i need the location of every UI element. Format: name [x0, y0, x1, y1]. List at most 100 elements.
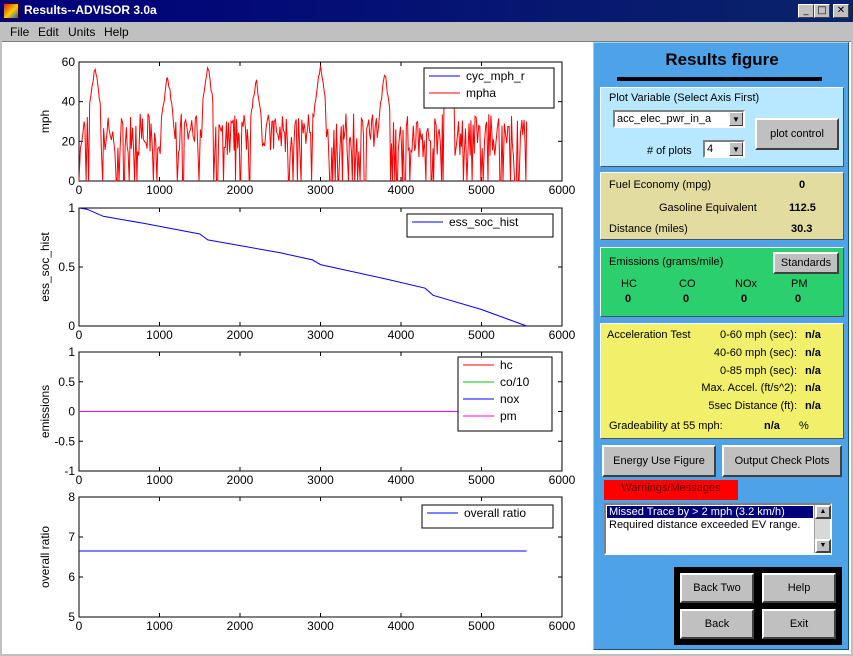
gradeability-value: n/a [764, 420, 780, 432]
distance-label: Distance (miles) [609, 223, 688, 235]
num-plots-select[interactable]: 4 ▼ [703, 140, 745, 158]
x-tick-label: 4000 [388, 619, 415, 633]
warning-item[interactable]: Required distance exceeded EV range. [607, 519, 800, 531]
legend-label: mpha [466, 86, 496, 100]
nav-button-frame: Back Two Help Back Exit [674, 567, 842, 645]
scroll-up-icon[interactable]: ▲ [815, 505, 831, 519]
y-tick-label: 1 [68, 345, 75, 359]
plot-4: 0 1000 2000 3000 4000 5000 6000 5 6 7 8 overall rat… [38, 490, 576, 633]
accel-0-85-value: n/a [805, 365, 821, 377]
warnings-title: Warnings/Messages [604, 480, 738, 500]
back-two-button[interactable]: Back Two [680, 573, 754, 603]
y-tick-label: 0.5 [58, 375, 75, 389]
x-tick-label: 5000 [468, 183, 495, 197]
warnings-list[interactable]: Missed Trace by > 2 mph (3.2 km/h) Requi… [604, 503, 832, 555]
x-tick-label: 3000 [307, 183, 334, 197]
x-tick-label: 2000 [227, 183, 254, 197]
legend-label: pm [500, 409, 517, 423]
maximize-button[interactable]: □ [814, 4, 830, 18]
output-check-plots-button[interactable]: Output Check Plots [722, 445, 842, 477]
max-accel-label: Max. Accel. (ft/s^2): [701, 382, 797, 394]
scrollbar[interactable]: ▲ ▼ [814, 505, 831, 553]
accel-0-60-label: 0-60 mph (sec): [719, 329, 797, 341]
y-tick-label: 0.5 [58, 260, 75, 274]
distance-value: 30.3 [791, 223, 813, 235]
max-accel-value: n/a [805, 382, 821, 394]
y-tick-label: -0.5 [54, 434, 75, 448]
close-button[interactable]: ✕ [833, 4, 849, 18]
pm-label: PM [791, 278, 808, 290]
x-tick-label: 5000 [468, 328, 495, 342]
x-tick-label: 1000 [146, 328, 173, 342]
acceleration-box: Acceleration Test 0-60 mph (sec): n/a 40… [600, 323, 844, 439]
x-tick-label: 0 [76, 328, 83, 342]
x-tick-label: 3000 [307, 328, 334, 342]
panel-title: Results figure [665, 50, 779, 69]
nox-label: NOx [735, 278, 757, 290]
accel-0-85-label: 0-85 mph (sec): [719, 365, 797, 377]
x-tick-label: 6000 [549, 328, 576, 342]
accel-0-60-value: n/a [805, 329, 821, 341]
num-plots-value: 4 [707, 143, 714, 155]
x-tick-label: 1000 [146, 473, 173, 487]
x-tick-label: 1000 [146, 183, 173, 197]
five-sec-distance-value: n/a [805, 400, 821, 412]
plot-1: 0 1000 2000 3000 4000 5000 6000 0 20 40 60 mph cyc_m… [38, 55, 576, 197]
x-tick-label: 6000 [549, 473, 576, 487]
x-tick-label: 1000 [146, 619, 173, 633]
nox-value: 0 [741, 293, 748, 305]
x-tick-label: 0 [76, 473, 83, 487]
plot-3: 0 1000 2000 3000 4000 5000 6000 -1 -0.5 0 0.5 1 emis… [38, 345, 576, 487]
energy-use-figure-button[interactable]: Energy Use Figure [602, 445, 716, 477]
scroll-down-icon[interactable]: ▼ [815, 539, 831, 553]
plot-control-button[interactable]: plot control [755, 118, 839, 150]
standards-button[interactable]: Standards [773, 252, 839, 274]
title-rule [617, 77, 822, 81]
plot-variable-value: acc_elec_pwr_in_a [617, 113, 712, 125]
hc-label: HC [621, 278, 637, 290]
back-button[interactable]: Back [680, 609, 754, 639]
pm-value: 0 [795, 293, 802, 305]
gradeability-unit: % [799, 420, 809, 432]
chevron-down-icon[interactable]: ▼ [729, 142, 743, 156]
legend-label: hc [500, 358, 513, 372]
x-tick-label: 6000 [549, 619, 576, 633]
y-tick-label: 7 [68, 530, 75, 544]
y-tick-label: 0 [68, 405, 75, 419]
x-tick-label: 5000 [468, 473, 495, 487]
help-button[interactable]: Help [762, 573, 836, 603]
plot-variable-select[interactable]: acc_elec_pwr_in_a ▼ [613, 110, 745, 128]
y-tick-label: 6 [68, 570, 75, 584]
x-tick-label: 3000 [307, 473, 334, 487]
minimize-button[interactable]: _ [798, 4, 814, 18]
x-tick-label: 4000 [388, 328, 415, 342]
emissions-box: Emissions (grams/mile) Standards HC 0 CO… [600, 247, 844, 317]
plot-variable-box: Plot Variable (Select Axis First) acc_el… [600, 87, 844, 167]
accel-40-60-value: n/a [805, 347, 821, 359]
results-plots: 0 1000 2000 3000 4000 5000 60000204060mphcyc_m… [38, 55, 576, 633]
y-tick-label: 0 [68, 174, 75, 188]
co-label: CO [679, 278, 696, 290]
legend-label: cyc_mph_r [466, 69, 525, 83]
gasoline-equivalent-label: Gasoline Equivalent [659, 202, 757, 214]
fuel-economy-value: 0 [799, 179, 806, 191]
legend-label: overall ratio [464, 506, 526, 520]
legend-label: ess_soc_hist [449, 215, 519, 229]
y-tick-label: 40 [62, 95, 76, 109]
y-axis-label: emissions [38, 385, 52, 438]
x-tick-label: 2000 [227, 473, 254, 487]
acceleration-title: Acceleration Test [607, 329, 691, 341]
emissions-title: Emissions (grams/mile) [609, 256, 724, 268]
warning-item[interactable]: Missed Trace by > 2 mph (3.2 km/h) [607, 506, 813, 518]
hc-value: 0 [625, 293, 632, 305]
plot-variable-label: Plot Variable (Select Axis First) [609, 92, 760, 104]
results-panel: Results figure Plot Variable (Select Axi… [593, 42, 849, 650]
y-tick-label: 8 [68, 490, 75, 504]
co-value: 0 [683, 293, 690, 305]
exit-button[interactable]: Exit [762, 609, 836, 639]
x-tick-label: 0 [76, 183, 83, 197]
x-tick-label: 3000 [307, 619, 334, 633]
x-tick-label: 5000 [468, 619, 495, 633]
y-tick-label: 0 [68, 319, 75, 333]
chevron-down-icon[interactable]: ▼ [729, 112, 743, 126]
